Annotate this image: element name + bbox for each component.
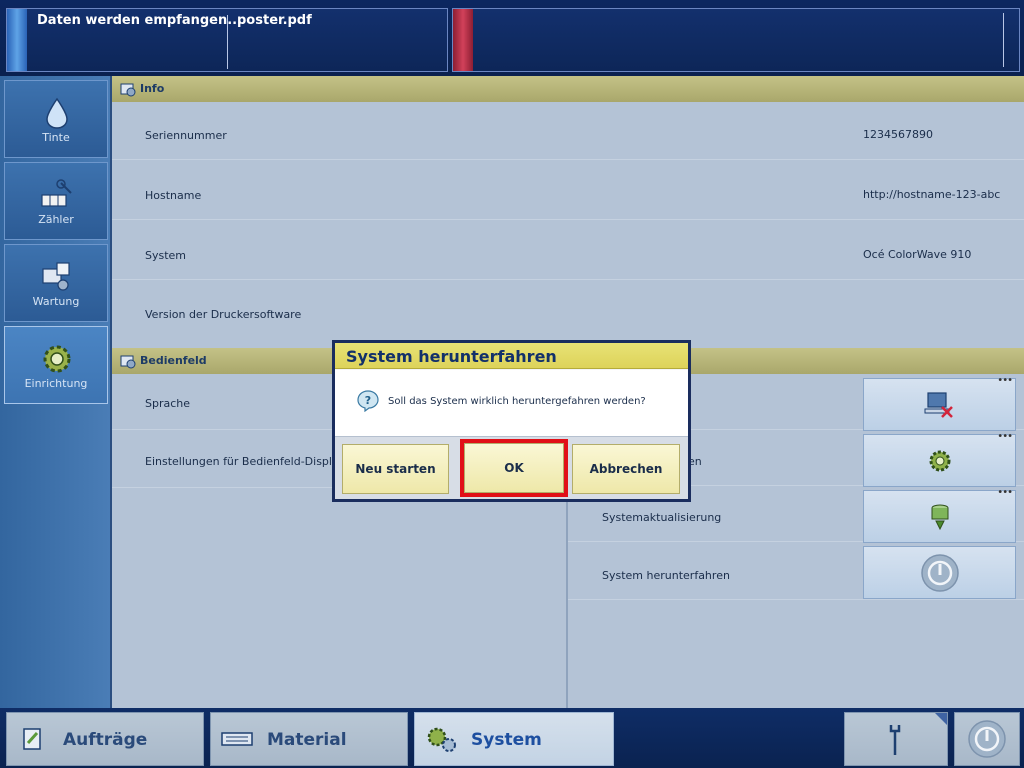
sidebar-item-tinte[interactable]: Tinte xyxy=(4,80,108,158)
jobs-icon xyxy=(23,728,41,750)
row-label: System xyxy=(145,249,187,262)
sidebar-item-label: Einrichtung xyxy=(24,377,88,390)
more-icon: ••• xyxy=(997,431,1013,442)
tools-button[interactable] xyxy=(844,712,948,766)
printer-status-box[interactable] xyxy=(452,8,1020,72)
gear-icon xyxy=(929,450,951,472)
settings-icon xyxy=(120,355,136,369)
counter-icon xyxy=(41,179,72,207)
row-label: System herunterfahren xyxy=(602,569,730,582)
row-value: http://hostname-123-abc xyxy=(863,188,1001,201)
section-title: Info xyxy=(140,82,165,95)
dialog-message: Soll das System wirklich heruntergefahre… xyxy=(388,396,646,407)
cancel-button[interactable]: Abbrechen xyxy=(572,444,680,494)
tab-label: System xyxy=(471,730,542,750)
file-name-text: poster.pdf xyxy=(237,13,312,28)
settings-gear-icon xyxy=(43,345,71,373)
dialog-body: ? Soll das System wirklich heruntergefah… xyxy=(335,370,688,436)
settings-icon xyxy=(120,83,136,97)
sidebar-item-einrichtung[interactable]: Einrichtung xyxy=(4,326,108,404)
list-item-shutdown: System herunterfahren xyxy=(568,542,1024,600)
receive-status-text: Daten werden empfangen... xyxy=(37,13,243,28)
top-status-bar: Daten werden empfangen... poster.pdf xyxy=(0,0,1024,76)
power-button[interactable] xyxy=(954,712,1020,766)
tab-material[interactable]: Material xyxy=(210,712,408,766)
power-icon xyxy=(921,554,959,592)
row-label: Seriennummer xyxy=(145,129,227,142)
more-icon: ••• xyxy=(997,375,1013,386)
info-row-software-version: Version der Druckersoftware xyxy=(112,282,1024,340)
dialog-title-bar: System herunterfahren xyxy=(335,343,688,369)
sidebar: Tinte Zähler Wartung Einrichtung xyxy=(0,76,112,708)
ok-highlight-frame xyxy=(460,439,568,497)
status-accent-red xyxy=(453,9,473,71)
section-title: Bedienfeld xyxy=(140,354,207,367)
dialog-title: System herunterfahren xyxy=(346,347,557,366)
info-row-hostname: Hostname http://hostname-123-abc xyxy=(112,162,1024,220)
more-icon: ••• xyxy=(997,487,1013,498)
remote-monitor-button[interactable]: ••• xyxy=(863,375,1016,431)
info-row-system: System Océ ColorWave 910 xyxy=(112,222,1024,280)
sidebar-item-zaehler[interactable]: Zähler xyxy=(4,162,108,240)
shutdown-dialog: System herunterfahren ? Soll das System … xyxy=(332,340,691,502)
system-update-button[interactable]: ••• xyxy=(863,487,1016,543)
tab-label: Material xyxy=(267,730,347,750)
restart-button[interactable]: Neu starten xyxy=(342,444,449,494)
row-label: Sprache xyxy=(145,397,191,410)
info-row-serial: Seriennummer 1234567890 xyxy=(112,102,1024,160)
status-divider xyxy=(1003,13,1004,67)
row-label: Hostname xyxy=(145,189,202,202)
sidebar-item-wartung[interactable]: Wartung xyxy=(4,244,108,322)
download-update-icon xyxy=(931,504,949,531)
ink-drop-icon xyxy=(46,97,68,129)
power-icon xyxy=(968,720,1006,758)
job-status-box[interactable]: Daten werden empfangen... poster.pdf xyxy=(6,8,448,72)
remote-monitor-icon xyxy=(924,392,953,418)
tab-label: Aufträge xyxy=(63,730,148,750)
tab-auftraege[interactable]: Aufträge xyxy=(6,712,204,766)
wrench-icon xyxy=(889,725,901,755)
status-accent-blue xyxy=(7,9,27,71)
settings-button[interactable]: ••• xyxy=(863,431,1016,487)
row-value: Océ ColorWave 910 xyxy=(863,248,972,261)
maintenance-icon xyxy=(42,262,70,291)
question-icon: ? xyxy=(357,390,379,412)
shutdown-button[interactable] xyxy=(863,546,1016,599)
row-value: 1234567890 xyxy=(863,128,933,141)
tab-system[interactable]: System xyxy=(414,712,614,766)
sidebar-item-label: Tinte xyxy=(42,131,70,144)
svg-text:?: ? xyxy=(365,394,371,407)
media-roll-icon xyxy=(221,732,253,746)
row-label: Systemaktualisierung xyxy=(602,511,722,524)
row-label: Version der Druckersoftware xyxy=(145,308,302,321)
sidebar-item-label: Zähler xyxy=(38,213,74,226)
row-label: Einstellungen für Bedienfeld-Display xyxy=(145,455,346,468)
corner-indicator-icon xyxy=(935,713,947,725)
dialog-footer: Neu starten OK Abbrechen xyxy=(335,436,688,499)
sidebar-item-label: Wartung xyxy=(32,295,80,308)
status-divider xyxy=(227,15,228,69)
bottom-tab-bar: Aufträge Material System xyxy=(0,708,1024,768)
info-section-header: Info xyxy=(112,76,1024,102)
system-gears-icon xyxy=(427,727,456,752)
